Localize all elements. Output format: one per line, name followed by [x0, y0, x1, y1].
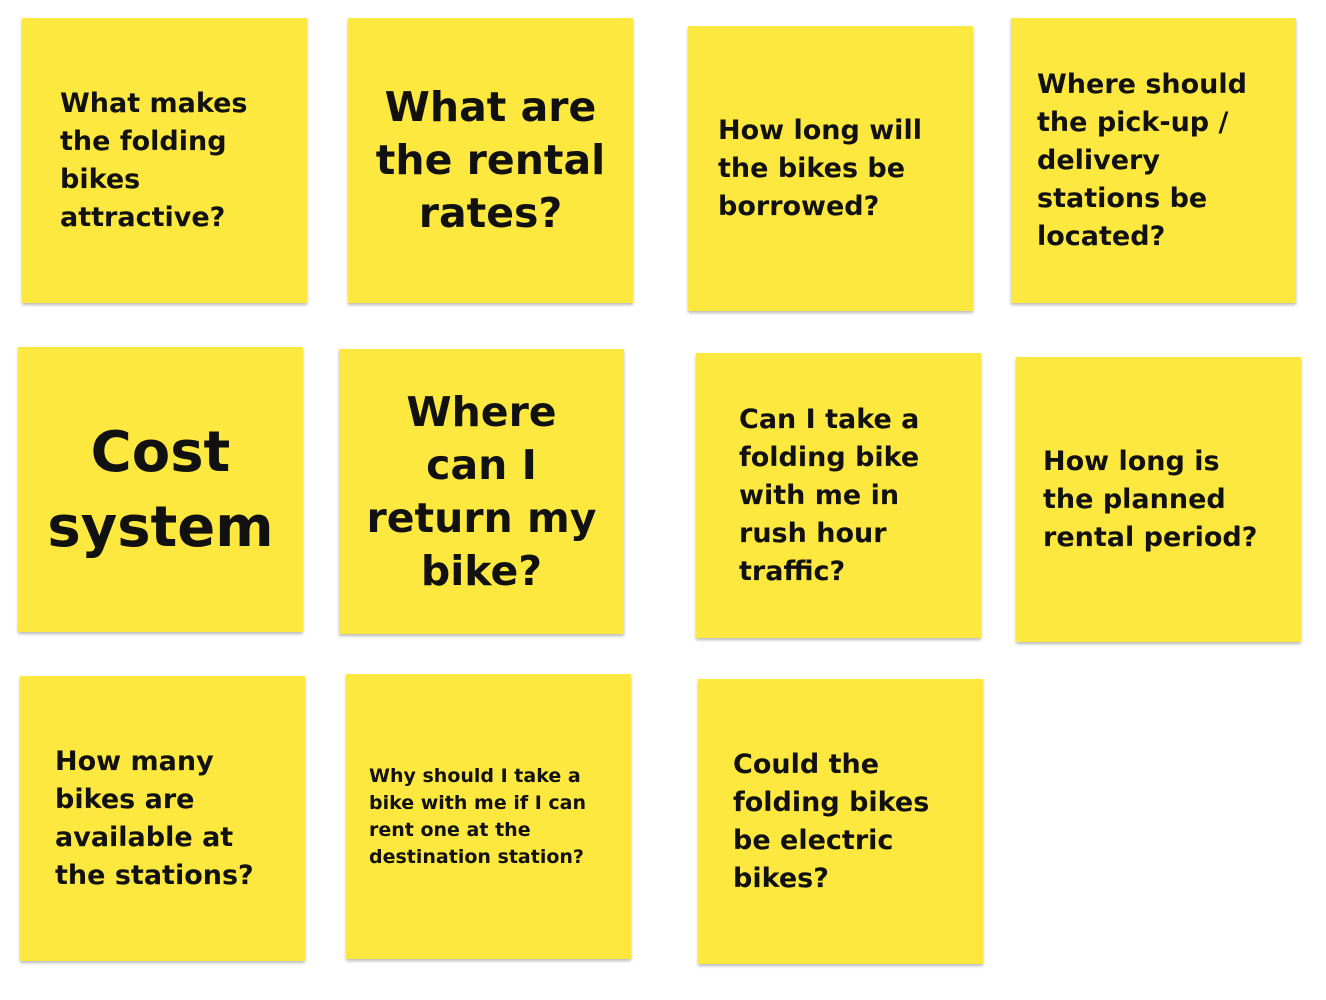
sticky-note-text: Cost system: [47, 419, 274, 560]
sticky-note-rental-period[interactable]: How long is the planned rental period?: [1016, 357, 1301, 642]
sticky-note-electric-bikes[interactable]: Could the folding bikes be electric bike…: [698, 679, 983, 964]
sticky-note-bike-availability[interactable]: How many bikes are available at the stat…: [20, 676, 305, 961]
sticky-note-text: Could the folding bikes be electric bike…: [733, 748, 930, 894]
sticky-note-board: What makes the folding bikes attractive?…: [0, 0, 1326, 1000]
sticky-note-rental-rates[interactable]: What are the rental rates?: [348, 18, 633, 303]
sticky-note-text: Where should the pick-up / delivery stat…: [1037, 68, 1247, 252]
sticky-note-text: Can I take a folding bike with me in rus…: [739, 403, 920, 587]
sticky-note-folding-bikes-attractive[interactable]: What makes the folding bikes attractive?: [22, 18, 307, 303]
sticky-note-rush-hour[interactable]: Can I take a folding bike with me in rus…: [696, 353, 981, 638]
sticky-note-text: Why should I take a bike with me if I ca…: [369, 764, 587, 868]
sticky-note-borrow-duration[interactable]: How long will the bikes be borrowed?: [688, 26, 973, 311]
sticky-note-text: What are the rental rates?: [375, 83, 606, 237]
sticky-note-text: How long is the planned rental period?: [1043, 445, 1258, 553]
sticky-note-return-location[interactable]: Where can I return my bike?: [339, 349, 624, 634]
sticky-note-cost-system[interactable]: Cost system: [18, 347, 303, 632]
sticky-note-text: How long will the bikes be borrowed?: [718, 114, 922, 222]
sticky-note-text: Where can I return my bike?: [366, 387, 597, 595]
sticky-note-text: How many bikes are available at the stat…: [55, 745, 254, 891]
sticky-note-station-locations[interactable]: Where should the pick-up / delivery stat…: [1011, 18, 1296, 303]
sticky-note-text: What makes the folding bikes attractive?: [60, 87, 248, 233]
sticky-note-why-take-bike[interactable]: Why should I take a bike with me if I ca…: [346, 674, 631, 959]
